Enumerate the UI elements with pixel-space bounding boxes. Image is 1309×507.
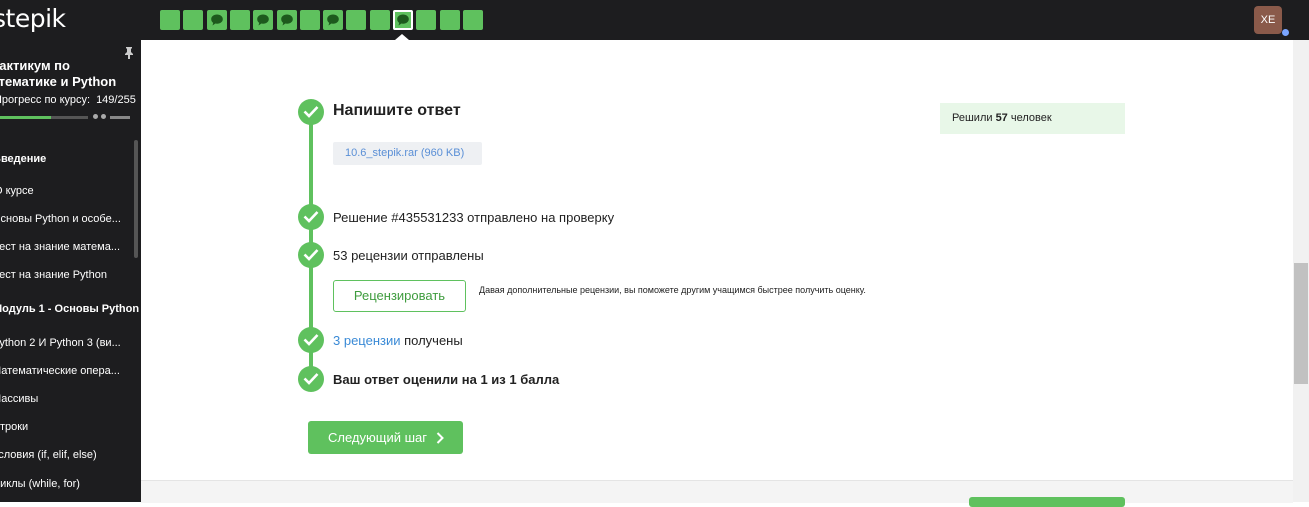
progress-marker: [101, 114, 106, 119]
step-tile[interactable]: [229, 10, 250, 30]
speech-bubble-icon: [280, 14, 293, 26]
solved-suffix: человек: [1007, 112, 1052, 124]
course-title[interactable]: Практикум по математике и Python: [0, 58, 117, 90]
attachment-link[interactable]: 10.6_stepik.rar (960 KB): [333, 142, 482, 165]
chevron-right-icon: [436, 432, 444, 444]
next-step-button[interactable]: Следующий шаг: [308, 421, 463, 454]
step-tile[interactable]: [183, 10, 204, 30]
step-tile[interactable]: [276, 10, 297, 30]
solved-count: 57: [995, 112, 1008, 124]
step-tile[interactable]: [439, 10, 460, 30]
sidebar-scrollbar[interactable]: [134, 140, 138, 258]
page-scrollbar-thumb[interactable]: [1294, 263, 1308, 384]
stepik-logo[interactable]: stepik: [0, 6, 66, 32]
step-tile[interactable]: [346, 10, 367, 30]
progress-bar-fill: [0, 116, 52, 119]
sidebar-lesson-item[interactable]: Циклы (while, for): [0, 478, 80, 490]
progress-marker: [93, 114, 98, 119]
progress-tail: [110, 116, 130, 119]
sidebar-lesson-item[interactable]: Python 2 И Python 3 (ви...: [0, 337, 121, 349]
step-tile[interactable]: [462, 10, 483, 30]
speech-bubble-icon: [210, 14, 223, 26]
sidebar-lesson-item[interactable]: О курсе: [0, 185, 34, 197]
progress-value: 149/255: [96, 94, 136, 106]
check-icon: [298, 327, 324, 353]
sidebar-lesson-item[interactable]: Условия (if, elif, else): [0, 449, 97, 461]
step-tile[interactable]: [160, 10, 180, 30]
step-tile[interactable]: [369, 10, 390, 30]
step-tile[interactable]: [206, 10, 227, 30]
step-tile[interactable]: [323, 10, 344, 30]
sidebar-section-title[interactable]: Введение: [0, 153, 46, 165]
step-tile-active[interactable]: [393, 10, 413, 30]
avatar[interactable]: ХЕ: [1254, 6, 1282, 34]
course-sidebar: Практикум по математике и Python Прогрес…: [0, 40, 141, 502]
submission-status: Решение #435531233 отправлено на проверк…: [333, 210, 615, 225]
progress-label: Прогресс по курсу:: [0, 94, 91, 106]
sidebar-lesson-item[interactable]: Тест на знание Python: [0, 269, 107, 281]
reviews-sent-status: 53 рецензии отправлены: [333, 248, 484, 263]
step-tile[interactable]: [299, 10, 320, 30]
reviews-received-suffix: получены: [400, 333, 463, 348]
speech-bubble-icon: [397, 14, 409, 26]
review-hint: Давая дополнительные рецензии, вы поможе…: [479, 285, 866, 295]
sidebar-lesson-item[interactable]: Массивы: [0, 393, 38, 405]
step-tile[interactable]: [416, 10, 437, 30]
step-tile[interactable]: [253, 10, 274, 30]
check-icon: [298, 366, 324, 392]
sidebar-lesson-item[interactable]: Математические опера...: [0, 365, 120, 377]
top-bar: stepik ХЕ: [0, 0, 1309, 40]
course-progress: Прогресс по курсу: 149/255: [0, 94, 136, 106]
bottom-action-button[interactable]: [969, 497, 1125, 507]
solved-counter: Решили 57 человек: [940, 103, 1125, 134]
progress-bar: [0, 116, 88, 119]
check-icon: [298, 99, 324, 125]
reviews-received-link[interactable]: 3 рецензии: [333, 333, 401, 348]
sidebar-lesson-item[interactable]: Строки: [0, 421, 28, 433]
pin-icon[interactable]: [124, 46, 134, 64]
reviews-received-status: 3 рецензии получены: [333, 333, 463, 348]
notification-dot: [1282, 29, 1289, 36]
speech-bubble-icon: [327, 14, 339, 26]
grade-status: Ваш ответ оценили на 1 из 1 балла: [333, 372, 560, 387]
speech-bubble-icon: [257, 14, 269, 26]
step-title: Напишите ответ: [333, 102, 461, 119]
solved-prefix: Решили: [952, 112, 996, 124]
review-button[interactable]: Рецензировать: [333, 280, 466, 312]
next-step-label: Следующий шаг: [328, 430, 427, 445]
check-icon: [298, 204, 324, 230]
sidebar-lesson-item[interactable]: Тест на знание матема...: [0, 241, 120, 253]
check-icon: [298, 242, 324, 268]
sidebar-lesson-item[interactable]: Основы Python и особе...: [0, 213, 121, 225]
sidebar-section-title[interactable]: Модуль 1 - Основы Python: [0, 303, 139, 315]
logo-text: stepik: [0, 4, 66, 33]
